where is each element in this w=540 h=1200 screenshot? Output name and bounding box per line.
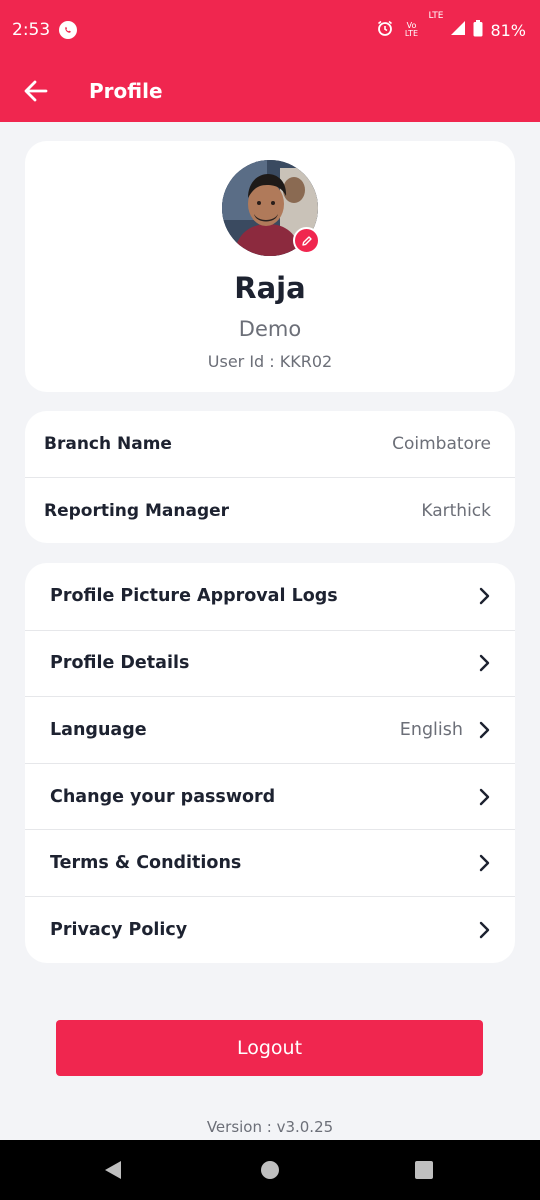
user-id-value: KKR02 bbox=[279, 352, 333, 371]
nav-back-icon[interactable] bbox=[103, 1160, 123, 1184]
user-name: Raja bbox=[234, 271, 306, 305]
info-label: Reporting Manager bbox=[44, 500, 230, 521]
user-id-row: User Id : KKR02 bbox=[25, 352, 515, 371]
menu-label: Language bbox=[50, 719, 147, 740]
status-left: 2:53 bbox=[12, 20, 78, 40]
user-role: Demo bbox=[238, 317, 302, 341]
menu-item-change-password[interactable]: Change your password bbox=[25, 762, 515, 830]
signal-icon bbox=[450, 20, 466, 40]
menu-label: Profile Picture Approval Logs bbox=[50, 586, 338, 607]
menu-item-approval-logs[interactable]: Profile Picture Approval Logs bbox=[25, 563, 515, 630]
menu-item-terms[interactable]: Terms & Conditions bbox=[25, 829, 515, 896]
nav-home-icon[interactable] bbox=[260, 1160, 280, 1184]
menu-item-profile-details[interactable]: Profile Details bbox=[25, 629, 515, 697]
status-right: Vo LTE LTE 81% bbox=[376, 11, 526, 41]
status-bar: 2:53 Vo LTE LTE 81% bbox=[0, 0, 540, 60]
volte-label: Vo LTE bbox=[404, 21, 419, 38]
info-card: Branch Name Coimbatore Reporting Manager… bbox=[25, 411, 515, 543]
chevron-right-icon bbox=[477, 854, 493, 872]
status-time: 2:53 bbox=[12, 20, 51, 40]
menu-label: Profile Details bbox=[50, 653, 190, 674]
network-label: LTE bbox=[428, 11, 444, 21]
app-bar: Profile bbox=[0, 60, 540, 122]
menu-label: Terms & Conditions bbox=[50, 853, 242, 874]
chevron-right-icon bbox=[477, 654, 493, 672]
logout-button[interactable]: Logout bbox=[56, 1020, 483, 1076]
system-nav-bar bbox=[0, 1140, 540, 1200]
chevron-right-icon bbox=[477, 587, 493, 605]
info-row-branch: Branch Name Coimbatore bbox=[25, 411, 515, 477]
pencil-icon bbox=[301, 235, 312, 246]
info-value: Karthick bbox=[421, 500, 491, 521]
chevron-right-icon bbox=[477, 721, 493, 739]
back-button[interactable] bbox=[16, 71, 56, 111]
info-row-manager: Reporting Manager Karthick bbox=[25, 477, 515, 543]
battery-icon bbox=[473, 19, 483, 41]
menu-item-privacy-policy[interactable]: Privacy Policy bbox=[25, 895, 515, 963]
user-id-label: User Id : bbox=[207, 352, 280, 371]
profile-card: Raja Demo User Id : KKR02 bbox=[25, 141, 515, 392]
battery-level: 81% bbox=[490, 20, 526, 40]
whatsapp-icon bbox=[59, 21, 78, 39]
menu-label: Privacy Policy bbox=[50, 919, 188, 940]
menu-card: Profile Picture Approval Logs Profile De… bbox=[25, 563, 515, 963]
nav-recents-icon[interactable] bbox=[414, 1160, 434, 1184]
alarm-icon bbox=[376, 19, 394, 41]
chevron-right-icon bbox=[477, 788, 493, 806]
chevron-right-icon bbox=[477, 921, 493, 939]
info-value: Coimbatore bbox=[392, 434, 491, 454]
edit-avatar-button[interactable] bbox=[293, 227, 320, 254]
arrow-left-icon bbox=[24, 80, 48, 102]
menu-item-language[interactable]: Language English bbox=[25, 696, 515, 763]
page-title: Profile bbox=[89, 79, 163, 103]
app-version: Version : v3.0.25 bbox=[206, 1118, 334, 1136]
info-label: Branch Name bbox=[44, 434, 172, 454]
avatar-wrap bbox=[222, 160, 320, 256]
language-value: English bbox=[399, 719, 463, 740]
menu-label: Change your password bbox=[50, 786, 276, 807]
